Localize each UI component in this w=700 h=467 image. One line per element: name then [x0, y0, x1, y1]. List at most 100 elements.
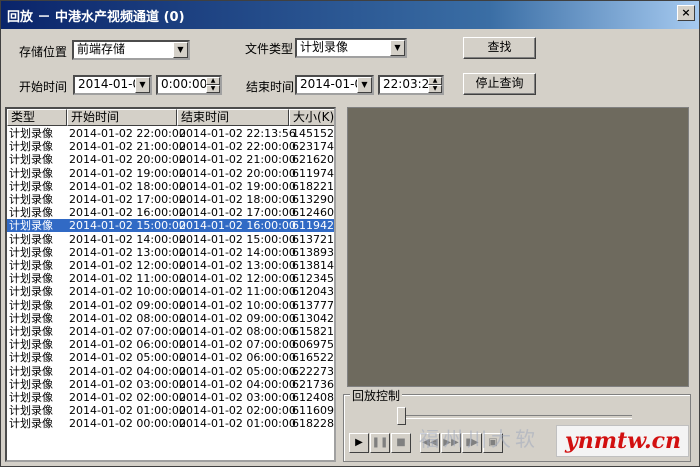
table-cell: 2014-01-02 21:00:00: [179, 153, 296, 167]
table-cell: 2014-01-02 09:00:00: [179, 311, 296, 325]
table-row[interactable]: 计划录像 2014-01-02 14:00:00 2014-01-02 15:00:…: [7, 232, 334, 246]
watermark-badge: ynmtw.cn: [556, 425, 689, 457]
end-date-picker[interactable]: 2014-01-02 ▼: [295, 75, 374, 95]
table-cell: 2014-01-02 02:00:00: [179, 404, 296, 418]
table-cell: 615821: [292, 325, 334, 338]
close-button[interactable]: ×: [677, 5, 695, 21]
progress-track[interactable]: [402, 415, 632, 419]
play-button[interactable]: ▶: [349, 433, 369, 453]
table-cell: 611974: [292, 166, 334, 180]
table-row[interactable]: 计划录像 2014-01-02 07:00:00 2014-01-02 08:00:…: [7, 325, 334, 338]
table-cell: 2014-01-02 19:00:00: [179, 179, 296, 193]
filetype-select[interactable]: 计划录像 ▼: [295, 38, 407, 58]
play-icon: ▶: [355, 437, 363, 448]
stop-query-button[interactable]: 停止查询: [463, 73, 536, 95]
table-row[interactable]: 计划录像 2014-01-02 21:00:00 2014-01-02 22:00:…: [7, 140, 334, 154]
table-cell: 计划录像: [9, 311, 53, 325]
spin-buttons[interactable]: ▲ ▼: [206, 77, 220, 93]
watermark-text: 福州川大软: [419, 427, 539, 451]
video-display[interactable]: [347, 107, 689, 387]
table-cell: 2014-01-02 04:00:00: [179, 377, 296, 391]
table-row[interactable]: 计划录像 2014-01-02 02:00:00 2014-01-02 03:00:…: [7, 391, 334, 404]
column-header[interactable]: 类型: [7, 109, 67, 126]
end-time-spinner[interactable]: 22:03:24 ▲ ▼: [378, 75, 444, 95]
table-row[interactable]: 计划录像 2014-01-02 12:00:00 2014-01-02 13:00:…: [7, 259, 334, 272]
table-cell: 618221: [292, 179, 334, 193]
watermark-site: ynmtw.cn: [565, 428, 681, 454]
table-row[interactable]: 计划录像 2014-01-02 22:00:00 2014-01-02 22:13:…: [7, 127, 334, 140]
table-cell: 计划录像: [9, 219, 53, 233]
table-cell: 2014-01-02 18:00:00: [69, 179, 186, 193]
table-row[interactable]: 计划录像 2014-01-02 11:00:00 2014-01-02 12:00:…: [7, 272, 334, 286]
table-cell: 2014-01-02 15:00:00: [179, 232, 296, 246]
table-cell: 计划录像: [9, 272, 53, 286]
search-button[interactable]: 查找: [463, 37, 536, 59]
table-row[interactable]: 计划录像 2014-01-02 05:00:00 2014-01-02 06:00:…: [7, 351, 334, 365]
table-cell: 2014-01-02 09:00:00: [69, 298, 186, 312]
storage-select[interactable]: 前端存储 ▼: [72, 40, 190, 60]
chevron-down-icon[interactable]: ▼: [173, 42, 188, 58]
table-row[interactable]: 计划录像 2014-01-02 15:00:00 2014-01-02 16:00:…: [7, 219, 334, 233]
table-cell: 2014-01-02 11:00:00: [69, 272, 186, 286]
table-cell: 2014-01-02 18:00:00: [179, 193, 296, 206]
spin-buttons[interactable]: ▲ ▼: [428, 77, 442, 93]
table-cell: 2014-01-02 14:00:00: [69, 232, 186, 246]
chevron-down-icon[interactable]: ▼: [357, 77, 372, 93]
chevron-down-icon[interactable]: ▼: [135, 77, 150, 93]
table-cell: 2014-01-02 06:00:00: [69, 338, 186, 352]
table-cell: 2014-01-02 17:00:00: [69, 193, 186, 206]
table-cell: 计划录像: [9, 377, 53, 391]
progress-slider-thumb[interactable]: [397, 407, 406, 425]
table-cell: 2014-01-02 03:00:00: [69, 377, 186, 391]
table-row[interactable]: 计划录像 2014-01-02 10:00:00 2014-01-02 11:00:…: [7, 285, 334, 298]
recording-list[interactable]: 类型 开始时间 结束时间 大小(K) 计划录像 2014-01-02 22:00:00 2…: [5, 107, 336, 462]
table-row[interactable]: 计划录像 2014-01-02 00:00:00 2014-01-02 01:00:…: [7, 417, 334, 431]
table-cell: 2014-01-02 01:00:00: [179, 417, 296, 431]
storage-value: 前端存储: [77, 42, 126, 56]
table-cell: 计划录像: [9, 417, 53, 431]
table-cell: 2014-01-02 05:00:00: [69, 351, 186, 365]
table-cell: 2014-01-02 16:00:00: [69, 206, 186, 220]
filetype-label: 文件类型: [245, 42, 294, 56]
column-header[interactable]: 大小(K): [289, 109, 334, 126]
spin-up-icon[interactable]: ▲: [428, 77, 442, 85]
table-row[interactable]: 计划录像 2014-01-02 06:00:00 2014-01-02 07:00:…: [7, 338, 334, 352]
table-cell: 613721: [292, 232, 334, 246]
table-cell: 计划录像: [9, 232, 53, 246]
start-time-label: 开始时间: [19, 80, 68, 94]
title-bar[interactable]: 回放 － 中港水产视频通道 (0) ×: [1, 1, 699, 29]
table-row[interactable]: 计划录像 2014-01-02 01:00:00 2014-01-02 02:00:…: [7, 404, 334, 418]
chevron-down-icon[interactable]: ▼: [390, 40, 405, 56]
start-date-picker[interactable]: 2014-01-02 ▼: [73, 75, 152, 95]
table-cell: 2014-01-02 22:00:00: [179, 140, 296, 154]
table-cell: 计划录像: [9, 127, 53, 140]
stop-button[interactable]: ■: [391, 433, 411, 453]
table-cell: 2014-01-02 20:00:00: [69, 153, 186, 167]
table-row[interactable]: 计划录像 2014-01-02 17:00:00 2014-01-02 18:00:…: [7, 193, 334, 206]
table-cell: 621736: [292, 377, 334, 391]
playback-window: 回放 － 中港水产视频通道 (0) × 存储位置 前端存储 ▼ 文件类型 计划录…: [0, 0, 700, 467]
table-row[interactable]: 计划录像 2014-01-02 16:00:00 2014-01-02 17:00:…: [7, 206, 334, 220]
table-row[interactable]: 计划录像 2014-01-02 08:00:00 2014-01-02 09:00:…: [7, 311, 334, 325]
table-cell: 2014-01-02 00:00:00: [69, 417, 186, 431]
table-row[interactable]: 计划录像 2014-01-02 19:00:00 2014-01-02 20:00:…: [7, 166, 334, 180]
column-header[interactable]: 开始时间: [67, 109, 177, 126]
spin-down-icon[interactable]: ▼: [206, 85, 220, 93]
table-row[interactable]: 计划录像 2014-01-02 20:00:00 2014-01-02 21:00:…: [7, 153, 334, 167]
table-cell: 计划录像: [9, 245, 53, 259]
spin-up-icon[interactable]: ▲: [206, 77, 220, 85]
table-cell: 计划录像: [9, 259, 53, 272]
table-cell: 2014-01-02 06:00:00: [179, 351, 296, 365]
pause-button[interactable]: ❚❚: [370, 433, 390, 453]
table-row[interactable]: 计划录像 2014-01-02 13:00:00 2014-01-02 14:00:…: [7, 245, 334, 259]
table-row[interactable]: 计划录像 2014-01-02 09:00:00 2014-01-02 10:00:…: [7, 298, 334, 312]
table-row[interactable]: 计划录像 2014-01-02 03:00:00 2014-01-02 04:00:…: [7, 377, 334, 391]
table-cell: 613777: [292, 298, 334, 312]
spin-down-icon[interactable]: ▼: [428, 85, 442, 93]
table-cell: 2014-01-02 22:13:56: [179, 127, 296, 140]
start-time-spinner[interactable]: 0:00:00 ▲ ▼: [156, 75, 222, 95]
table-row[interactable]: 计划录像 2014-01-02 04:00:00 2014-01-02 05:00:…: [7, 365, 334, 378]
table-cell: 2014-01-02 15:00:00: [69, 219, 186, 233]
table-row[interactable]: 计划录像 2014-01-02 18:00:00 2014-01-02 19:00:…: [7, 179, 334, 193]
column-header[interactable]: 结束时间: [177, 109, 289, 126]
